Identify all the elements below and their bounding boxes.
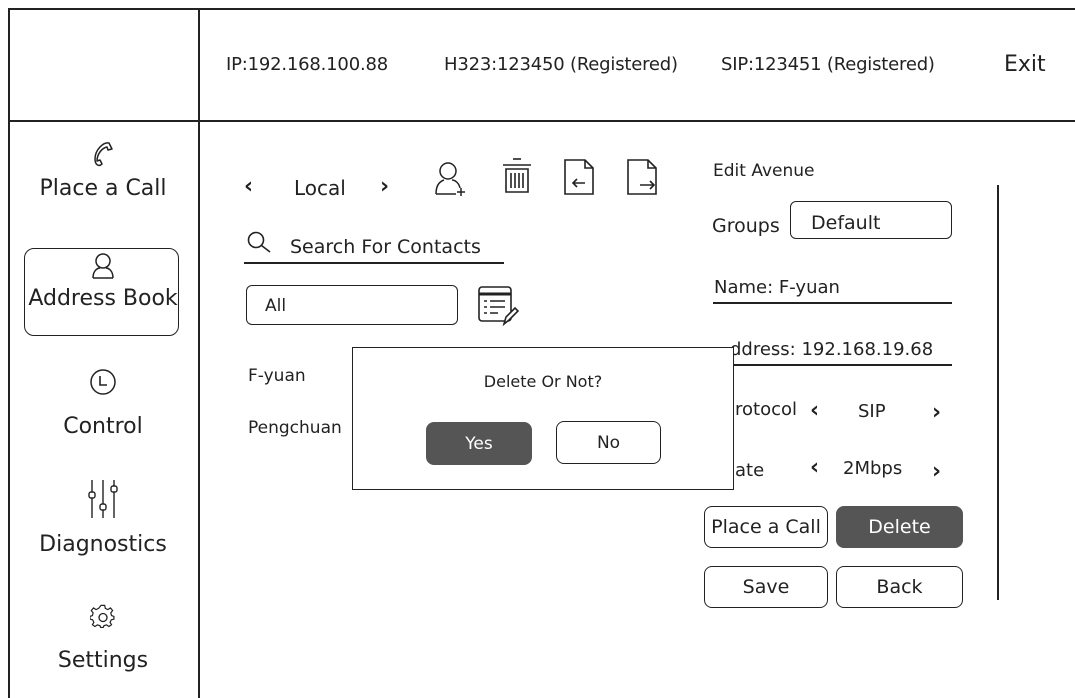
- list-edit-icon[interactable]: [476, 284, 520, 328]
- h323-status: H323:123450 (Registered): [444, 54, 678, 75]
- clock-icon: [89, 368, 117, 396]
- panel-scrollbar[interactable]: [997, 185, 999, 600]
- export-icon[interactable]: [624, 156, 660, 198]
- gear-icon: [90, 604, 116, 630]
- edit-panel-title: Edit Avenue: [713, 161, 815, 181]
- sip-status: SIP:123451 (Registered): [721, 54, 935, 75]
- place-call-button[interactable]: Place a Call: [704, 506, 828, 548]
- group-filter-select[interactable]: All: [246, 285, 458, 325]
- search-input[interactable]: Search For Contacts: [290, 236, 481, 258]
- groups-select[interactable]: Default: [790, 201, 952, 239]
- next-source-button[interactable]: ›: [380, 174, 389, 199]
- rate-next-button[interactable]: ›: [932, 459, 941, 484]
- trash-icon[interactable]: [500, 156, 534, 196]
- sidebar-item-label: Address Book: [28, 286, 178, 311]
- import-icon[interactable]: [561, 156, 597, 198]
- save-button[interactable]: Save: [704, 566, 828, 608]
- groups-label: Groups: [712, 215, 780, 237]
- search-underline: [244, 262, 504, 264]
- sidebar-item-label: Diagnostics: [39, 532, 167, 557]
- sidebar-item-diagnostics[interactable]: Diagnostics: [10, 478, 196, 557]
- delete-button[interactable]: Delete: [836, 506, 963, 548]
- sidebar-item-address-book[interactable]: Address Book: [10, 252, 196, 311]
- rate-prev-button[interactable]: ‹: [810, 455, 819, 480]
- sidebar-item-label: Control: [63, 414, 143, 439]
- sidebar-item-control[interactable]: Control: [10, 368, 196, 439]
- source-label: Local: [294, 176, 346, 200]
- exit-button[interactable]: Exit: [1004, 52, 1046, 77]
- contact-item[interactable]: F-yuan: [248, 366, 306, 386]
- header-divider: [8, 120, 1075, 122]
- rate-label: ate: [735, 460, 765, 481]
- search-icon: [246, 230, 272, 256]
- sidebar-item-place-a-call[interactable]: Place a Call: [10, 140, 196, 201]
- dialog-no-button[interactable]: No: [556, 421, 661, 464]
- address-underline: [713, 364, 952, 366]
- protocol-label: rotocol: [735, 399, 797, 420]
- rate-value: 2Mbps: [843, 458, 903, 479]
- add-contact-icon[interactable]: [434, 160, 468, 198]
- sidebar-divider: [198, 8, 200, 698]
- name-field[interactable]: Name: F-yuan: [714, 277, 840, 298]
- protocol-next-button[interactable]: ›: [932, 400, 941, 425]
- phone-icon: [90, 140, 116, 170]
- delete-confirm-dialog: Delete Or Not? Yes No: [352, 347, 734, 490]
- sidebar-item-label: Place a Call: [39, 176, 167, 201]
- sidebar-item-label: Settings: [57, 648, 149, 673]
- name-underline: [713, 302, 952, 304]
- address-field[interactable]: ddress: 192.168.19.68: [730, 339, 933, 360]
- back-button[interactable]: Back: [836, 566, 963, 608]
- person-icon: [90, 252, 116, 280]
- dialog-title: Delete Or Not?: [483, 372, 603, 391]
- contact-item[interactable]: Pengchuan: [248, 418, 342, 438]
- protocol-value: SIP: [858, 401, 886, 422]
- protocol-prev-button[interactable]: ‹: [810, 398, 819, 423]
- sidebar-item-settings[interactable]: Settings: [10, 604, 196, 673]
- dialog-yes-button[interactable]: Yes: [426, 422, 532, 465]
- sliders-icon: [86, 478, 120, 520]
- ip-status: IP:192.168.100.88: [226, 54, 388, 75]
- prev-source-button[interactable]: ‹: [244, 174, 253, 199]
